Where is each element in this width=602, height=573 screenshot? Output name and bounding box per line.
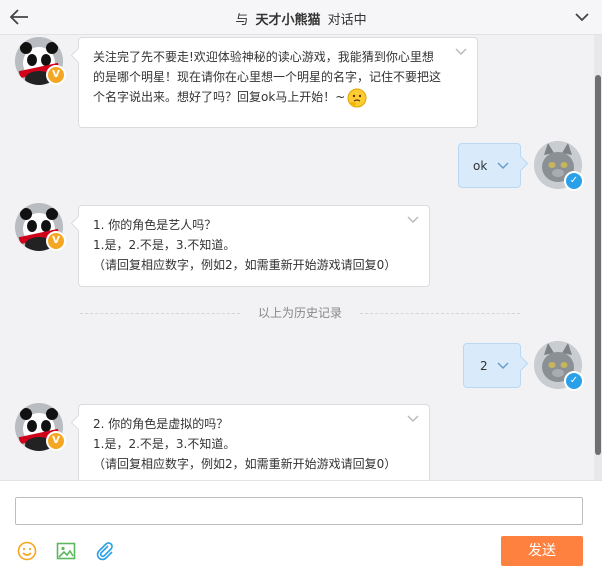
message-bubble-incoming[interactable]: 关注完了先不要走!欢迎体验神秘的读心游戏，我能猜到你心里想 的是哪个明星！现在请… [78,37,478,128]
emoji-icon[interactable] [17,541,37,561]
divider-rule [360,313,520,314]
conversation-title: 与 天才小熊猫 对话中 [0,9,602,28]
message-line: 个名字说出来。想好了吗？回复ok马上开始！~ [93,90,346,104]
send-button[interactable]: 发送 [501,536,583,566]
message-line: （请回复相应数字，例如2，如需重新开始游戏请回复0） [93,457,397,471]
message-line: 2. 你的角色是虚拟的吗？ [93,417,229,431]
message-text: 2 [480,359,488,373]
message-list[interactable]: V 关注完了先不要走!欢迎体验神秘的读心游戏，我能猜到你心里想 的是哪个明星！现… [0,35,594,480]
message-bubble-outgoing[interactable]: 2 [463,343,521,388]
verified-badge: V [46,65,66,85]
message-line: 1. 你的角色是艺人吗？ [93,218,217,232]
verified-badge: ✓ [564,171,584,191]
title-prefix: 与 [235,13,249,28]
message-text: ok [473,159,488,173]
message-line: （请回复相应数字，例如2，如需重新开始游戏请回复0） [93,258,397,272]
message-menu-chevron-icon[interactable] [497,162,509,170]
attachment-icon[interactable] [95,541,115,561]
message-menu-chevron-icon[interactable] [455,48,467,56]
message-menu-chevron-icon[interactable] [407,415,419,423]
message-bubble-incoming[interactable]: 2. 你的角色是虚拟的吗？ 1.是，2.不是，3.不知道。 （请回复相应数字，例… [78,404,430,480]
message-line: 1.是，2.不是，3.不知道。 [93,437,236,451]
verified-badge: V [46,231,66,251]
scrollbar-thumb[interactable] [595,75,601,455]
verified-badge: ✓ [564,371,584,391]
message-line: 的是哪个明星！现在请你在心里想一个明星的名字，记住不要把这 [93,70,442,84]
message-bubble-outgoing[interactable]: ok [458,143,521,188]
chevron-down-icon[interactable] [574,9,590,25]
message-menu-chevron-icon[interactable] [497,362,509,370]
thinking-face-emoji-icon [347,88,367,107]
message-menu-chevron-icon[interactable] [407,216,419,224]
chat-header: 与 天才小熊猫 对话中 [0,0,602,35]
message-bubble-incoming[interactable]: 1. 你的角色是艺人吗？ 1.是，2.不是，3.不知道。 （请回复相应数字，例如… [78,205,430,287]
message-line: 1.是，2.不是，3.不知道。 [93,238,236,252]
history-divider: 以上为历史记录 [80,305,520,321]
verified-badge: V [46,431,66,451]
message-line: 关注完了先不要走!欢迎体验神秘的读心游戏，我能猜到你心里想 [93,50,434,64]
message-composer: 发送 [0,480,602,573]
chat-scrollbar[interactable] [594,35,602,480]
title-suffix: 对话中 [327,13,367,28]
message-input[interactable] [15,497,583,525]
image-icon[interactable] [56,541,76,561]
contact-name[interactable]: 天才小熊猫 [255,13,320,28]
